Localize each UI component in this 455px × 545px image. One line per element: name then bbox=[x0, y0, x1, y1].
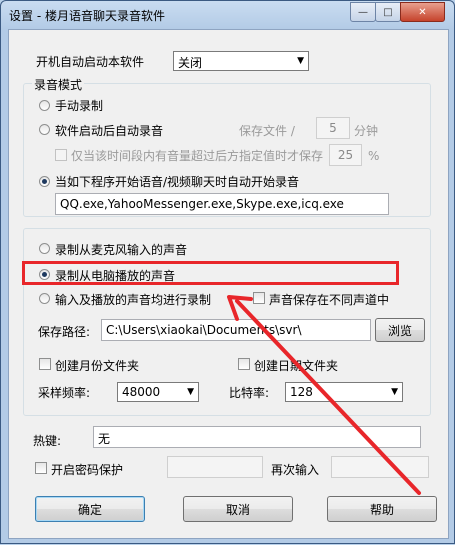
annotation-arrow bbox=[227, 295, 421, 495]
arrow-shaft bbox=[235, 299, 421, 495]
settings-window: 设置 - 楼月语音聊天录音软件 — □ ✕ 开机自动启动本软件 关闭 ▼ 录音模… bbox=[0, 0, 455, 544]
arrow-head bbox=[227, 295, 253, 321]
